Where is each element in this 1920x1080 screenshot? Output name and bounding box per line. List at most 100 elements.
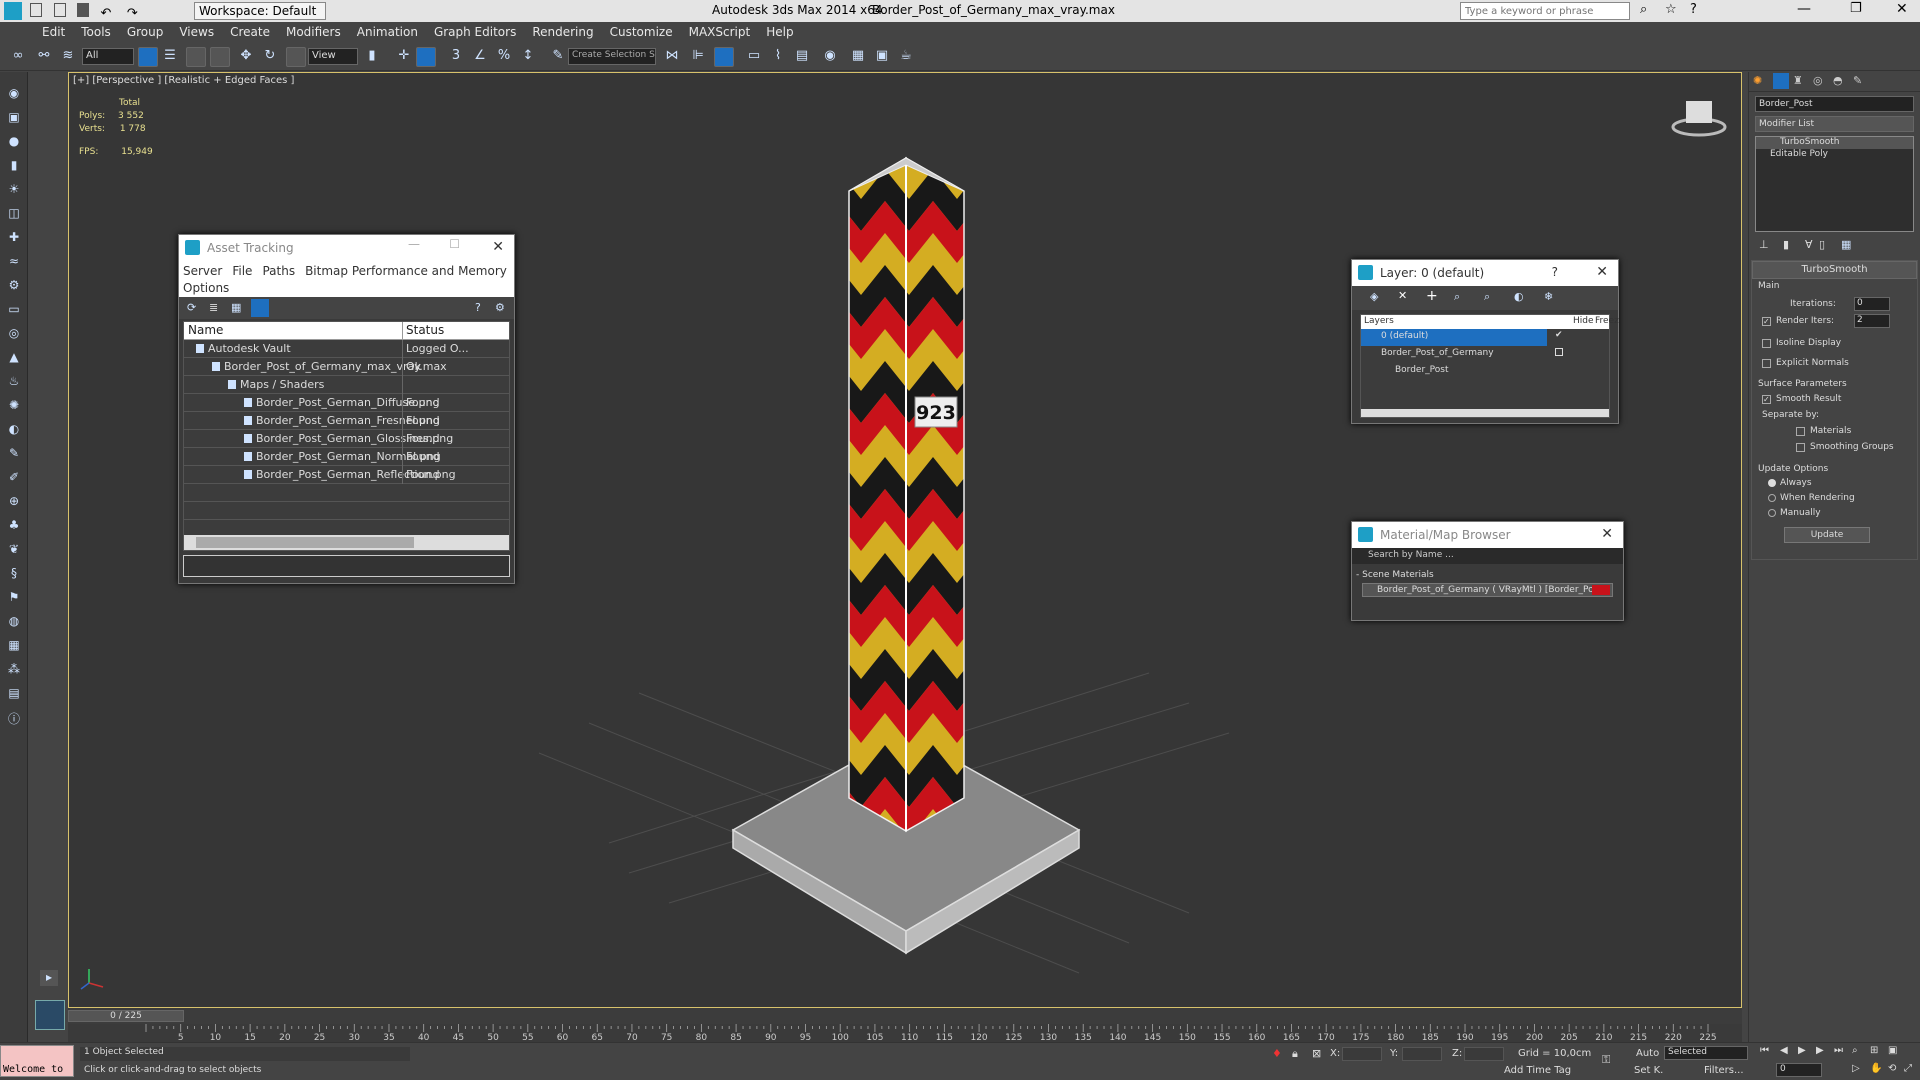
sun-icon[interactable]: ✺ [6, 398, 22, 414]
col-status[interactable]: Status [406, 323, 444, 337]
at-menu-options[interactable]: Options [183, 281, 229, 295]
menu-rendering[interactable]: Rendering [524, 22, 601, 42]
goto-end-icon[interactable]: ⏭ [1834, 1045, 1843, 1056]
explicit-normals-checkbox[interactable] [1762, 359, 1771, 368]
menu-maxscript[interactable]: MAXScript [681, 22, 759, 42]
reference-coord-dropdown[interactable]: View [308, 48, 358, 65]
material-browser-close-button[interactable]: ✕ [1601, 526, 1613, 542]
minimize-button[interactable]: — [1797, 1, 1811, 17]
helper-icon[interactable]: ✚ [6, 230, 22, 246]
curve-editor-icon[interactable]: ⌇ [770, 48, 786, 64]
refresh-icon[interactable]: ⟳ [187, 301, 196, 314]
align-icon[interactable]: ⊫ [690, 48, 706, 64]
rect-selection-button[interactable] [186, 47, 206, 67]
set-key-button[interactable]: Set K. [1634, 1065, 1663, 1076]
pillar-right-face[interactable] [905, 156, 965, 833]
walk-icon[interactable]: ⚑ [6, 590, 22, 606]
manually-radio[interactable] [1768, 509, 1776, 517]
material-editor-icon[interactable]: ◉ [822, 48, 838, 64]
zoom-extents-icon[interactable]: ▣ [1888, 1045, 1897, 1056]
table-view-icon[interactable]: ▦ [231, 301, 241, 314]
select-layer-icon[interactable]: ⌕ [1454, 290, 1460, 304]
angle-snap-icon[interactable]: ∠ [472, 48, 488, 64]
sphere-icon[interactable]: ● [6, 134, 22, 150]
delete-layer-icon[interactable]: ✕ [1398, 289, 1407, 302]
menu-animation[interactable]: Animation [349, 22, 426, 42]
pan-icon[interactable]: ✋ [1870, 1063, 1882, 1074]
layer-row-border-post[interactable]: Border_Post [1361, 363, 1609, 380]
zoom-icon[interactable]: ⌕ [1852, 1045, 1858, 1056]
app-logo-icon[interactable] [4, 2, 22, 20]
col-name[interactable]: Name [188, 323, 223, 337]
asset-row[interactable]: Border_Post_German_Reflection.png Found [184, 466, 509, 484]
prev-frame-icon[interactable]: ◀ [1780, 1045, 1788, 1056]
window-crossing-button[interactable] [210, 47, 230, 67]
help-icon[interactable]: ? [1690, 2, 1697, 17]
select-by-name-icon[interactable]: ☰ [162, 48, 178, 64]
workspace-dropdown[interactable]: Workspace: Default [194, 2, 326, 20]
brush-icon[interactable]: ✐ [6, 470, 22, 486]
pin-stack-icon[interactable]: ⊥ [1759, 238, 1769, 251]
unlink-icon[interactable]: ⚯ [36, 48, 52, 64]
layer-titlebar[interactable]: Layer: 0 (default) ? ✕ [1352, 260, 1618, 286]
highlight-layer-icon[interactable]: ⌕ [1484, 290, 1490, 304]
menu-help[interactable]: Help [758, 22, 801, 42]
eye-icon[interactable]: ◉ [6, 86, 22, 102]
open-file-icon[interactable] [53, 3, 66, 17]
close-button[interactable]: ✕ [1896, 1, 1908, 17]
asset-row[interactable]: Autodesk Vault Logged O... [184, 340, 509, 358]
iterations-spinner[interactable]: 0 [1854, 297, 1890, 311]
x-field[interactable] [1342, 1047, 1382, 1061]
maximize-button[interactable]: ❐ [1850, 1, 1862, 16]
keyboard-shortcut-button[interactable] [416, 47, 436, 67]
current-frame-field[interactable]: 0 [1776, 1063, 1822, 1077]
layer-help-button[interactable]: ? [1552, 265, 1558, 279]
object-name-field[interactable]: Border_Post [1755, 96, 1914, 112]
asset-tracking-titlebar[interactable]: Asset Tracking — ☐ ✕ [179, 235, 514, 261]
layer-row-border-post-germany[interactable]: Border_Post_of_Germany [1361, 346, 1609, 363]
leaf-icon[interactable]: ❦ [6, 542, 22, 558]
at-menu-server[interactable]: Server [183, 264, 222, 278]
at-maximize-button[interactable]: ☐ [449, 237, 460, 251]
add-time-tag[interactable]: Add Time Tag [1504, 1065, 1571, 1076]
scale-button[interactable] [286, 47, 306, 67]
systems-icon[interactable]: ⚙ [6, 278, 22, 294]
menu-edit[interactable]: Edit [0, 22, 73, 42]
auto-key-button[interactable]: Auto [1636, 1048, 1659, 1059]
particle-icon[interactable]: ⁂ [6, 662, 22, 678]
at-menu-file[interactable]: File [232, 264, 252, 278]
freeze-all-icon[interactable]: ❄ [1544, 290, 1553, 303]
bind-spacewarp-icon[interactable]: ≋ [60, 48, 76, 64]
undo-icon[interactable]: ↶ [101, 6, 112, 21]
snap-icon[interactable]: 3 [448, 48, 464, 64]
globe-icon[interactable]: ◍ [6, 614, 22, 630]
smooth-result-checkbox[interactable]: ✓ [1762, 395, 1771, 404]
display-tab-icon[interactable]: ◓ [1833, 74, 1843, 87]
at-close-button[interactable]: ✕ [492, 239, 504, 255]
hide-all-icon[interactable]: ◐ [1514, 290, 1524, 303]
render-icon[interactable]: ☕ [898, 48, 914, 64]
selection-filter-dropdown[interactable]: All [82, 48, 134, 65]
at-menu-paths[interactable]: Paths [262, 264, 295, 278]
search-input[interactable] [1460, 2, 1630, 20]
pillar-left-face[interactable] [848, 156, 907, 833]
mirror-icon[interactable]: ⋈ [664, 48, 680, 64]
motion-tab-icon[interactable]: ◎ [1813, 74, 1823, 87]
always-radio[interactable] [1768, 479, 1776, 487]
rotate-icon[interactable]: ↻ [262, 48, 278, 64]
menu-graph-editors[interactable]: Graph Editors [426, 22, 524, 42]
pivot-icon[interactable]: ▮ [364, 48, 380, 64]
show-end-icon[interactable]: ▮ [1783, 238, 1789, 251]
key-icon[interactable]: ⚿ [1602, 1053, 1610, 1067]
script-icon[interactable]: ▤ [6, 686, 22, 702]
lock-icon[interactable]: 🔒︎ [1292, 1047, 1298, 1061]
isolate-icon[interactable]: ♦ [1272, 1047, 1282, 1060]
scene-materials-header[interactable]: - Scene Materials [1352, 567, 1623, 581]
stack-item-turbosmooth[interactable]: TurboSmooth [1756, 137, 1913, 149]
spinner-snap-icon[interactable]: ↕ [520, 48, 536, 64]
graphite-icon[interactable]: ▭ [746, 48, 762, 64]
move-icon[interactable]: ✥ [238, 48, 254, 64]
menu-views[interactable]: Views [171, 22, 222, 42]
z-field[interactable] [1464, 1047, 1504, 1061]
play-icon[interactable]: ▶ [1798, 1045, 1806, 1056]
